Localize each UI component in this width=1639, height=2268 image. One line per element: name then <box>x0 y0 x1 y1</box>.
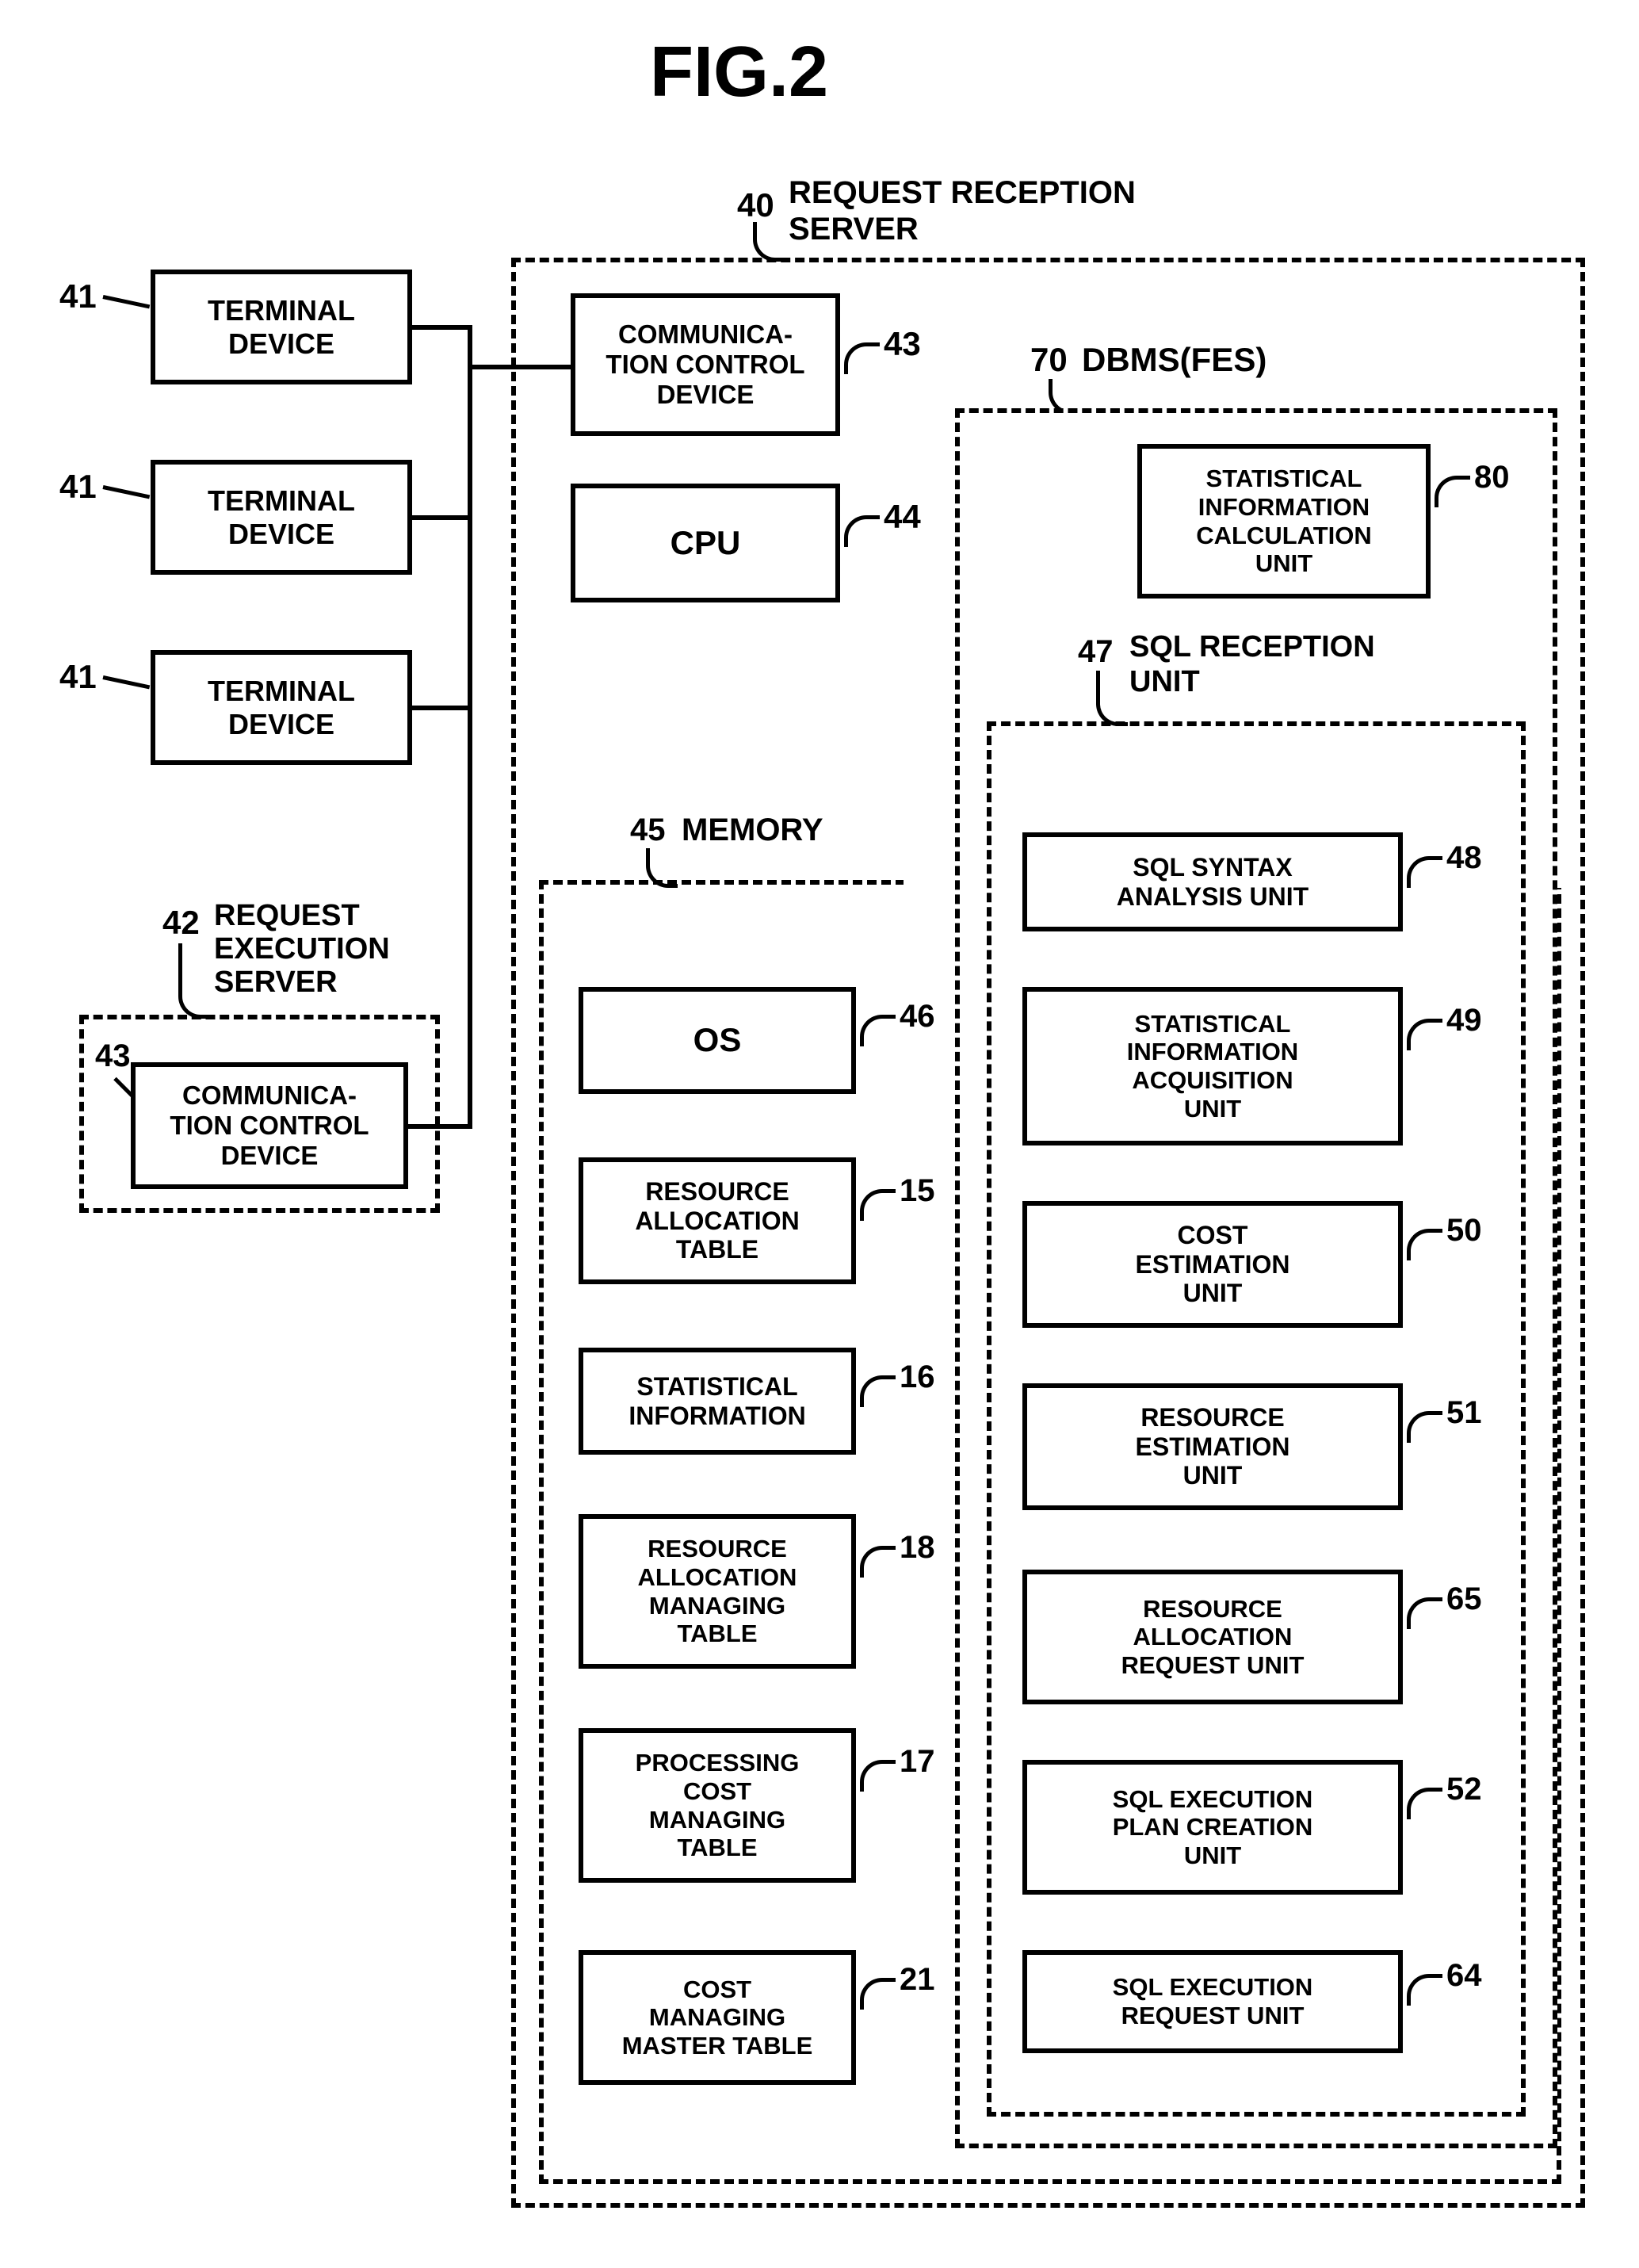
sepcu-label: SQL EXECUTION PLAN CREATION UNIT <box>1113 1785 1313 1870</box>
statistical-info-acquisition-unit: STATISTICAL INFORMATION ACQUISITION UNIT <box>1022 987 1403 1145</box>
comm-control-recep: COMMUNICA- TION CONTROL DEVICE <box>571 293 840 436</box>
bus-vertical <box>468 325 472 1129</box>
sicu-label: STATISTICAL INFORMATION CALCULATION UNIT <box>1196 465 1372 578</box>
ref-49: 49 <box>1446 1003 1482 1038</box>
label-47: SQL RECEPTION UNIT <box>1129 630 1375 699</box>
ssau-label: SQL SYNTAX ANALYSIS UNIT <box>1117 853 1309 912</box>
cpu-label: CPU <box>670 524 741 562</box>
label-45: MEMORY <box>682 813 823 848</box>
comm-control-recep-label: COMMUNICA- TION CONTROL DEVICE <box>606 319 804 410</box>
lead-41-b <box>102 485 150 499</box>
ref-70: 70 <box>1030 341 1068 379</box>
pcmt-label: PROCESSING COST MANAGING TABLE <box>636 1749 800 1862</box>
lead-47 <box>1096 671 1128 726</box>
cpu: CPU <box>571 484 840 602</box>
ref-40: 40 <box>737 186 774 224</box>
ramt-label: RESOURCE ALLOCATION MANAGING TABLE <box>638 1535 797 1648</box>
ref-17: 17 <box>900 1744 935 1780</box>
lead-41-a <box>102 295 150 308</box>
comm-control-exec-label: COMMUNICA- TION CONTROL DEVICE <box>170 1080 369 1171</box>
cmmt-label: COST MANAGING MASTER TABLE <box>622 1975 813 2060</box>
ref-64: 64 <box>1446 1958 1482 1994</box>
os: OS <box>579 987 856 1094</box>
lead-42 <box>178 943 210 1019</box>
resource-estimation-unit: RESOURCE ESTIMATION UNIT <box>1022 1383 1403 1510</box>
sql-syntax-analysis-unit: SQL SYNTAX ANALYSIS UNIT <box>1022 832 1403 931</box>
rat-label: RESOURCE ALLOCATION TABLE <box>635 1177 799 1264</box>
siau-label: STATISTICAL INFORMATION ACQUISITION UNIT <box>1127 1010 1298 1123</box>
ref-80: 80 <box>1474 460 1510 495</box>
bus-to-recep <box>468 365 571 369</box>
ref-41-c: 41 <box>59 658 97 696</box>
terminal-device-2: TERMINAL DEVICE <box>151 460 412 575</box>
raru-label: RESOURCE ALLOCATION REQUEST UNIT <box>1121 1595 1305 1680</box>
ref-15: 15 <box>900 1173 935 1209</box>
resource-allocation-managing-table: RESOURCE ALLOCATION MANAGING TABLE <box>579 1514 856 1669</box>
terminal-label-2: TERMINAL DEVICE <box>208 484 355 550</box>
ref-18: 18 <box>900 1530 935 1566</box>
ceu-label: COST ESTIMATION UNIT <box>1136 1221 1290 1308</box>
label-40: REQUEST RECEPTION SERVER <box>789 174 1136 247</box>
terminal-device-3: TERMINAL DEVICE <box>151 650 412 765</box>
ref-43-exec: 43 <box>95 1038 131 1074</box>
ref-50: 50 <box>1446 1213 1482 1249</box>
ref-44: 44 <box>884 498 921 536</box>
label-70: DBMS(FES) <box>1082 341 1266 379</box>
ref-45: 45 <box>630 813 666 848</box>
ref-16: 16 <box>900 1360 935 1395</box>
ref-65: 65 <box>1446 1581 1482 1617</box>
terminal-label-3: TERMINAL DEVICE <box>208 675 355 740</box>
lead-40 <box>753 222 785 262</box>
ref-51: 51 <box>1446 1395 1482 1431</box>
statistical-info-calc-unit: STATISTICAL INFORMATION CALCULATION UNIT <box>1137 444 1431 599</box>
terminal-label-1: TERMINAL DEVICE <box>208 294 355 360</box>
cost-managing-master-table: COST MANAGING MASTER TABLE <box>579 1950 856 2085</box>
reu-label: RESOURCE ESTIMATION UNIT <box>1136 1403 1290 1490</box>
ref-41-b: 41 <box>59 468 97 506</box>
statistical-information: STATISTICAL INFORMATION <box>579 1348 856 1455</box>
diagram-canvas: FIG.2 41 TERMINAL DEVICE 41 TERMINAL DEV… <box>32 32 1607 2236</box>
ref-46: 46 <box>900 999 935 1035</box>
conn-exec <box>408 1124 472 1129</box>
si-label: STATISTICAL INFORMATION <box>628 1372 805 1431</box>
resource-allocation-request-unit: RESOURCE ALLOCATION REQUEST UNIT <box>1022 1570 1403 1704</box>
terminal-device-1: TERMINAL DEVICE <box>151 270 412 384</box>
label-42: REQUEST EXECUTION SERVER <box>214 900 390 999</box>
conn-t2 <box>412 515 472 520</box>
sql-execution-request-unit: SQL EXECUTION REQUEST UNIT <box>1022 1950 1403 2053</box>
cost-estimation-unit: COST ESTIMATION UNIT <box>1022 1201 1403 1328</box>
ref-48: 48 <box>1446 840 1482 876</box>
comm-control-exec: COMMUNICA- TION CONTROL DEVICE <box>131 1062 408 1189</box>
ref-52: 52 <box>1446 1772 1482 1807</box>
ref-41-a: 41 <box>59 277 97 316</box>
resource-allocation-table: RESOURCE ALLOCATION TABLE <box>579 1157 856 1284</box>
sql-execution-plan-creation-unit: SQL EXECUTION PLAN CREATION UNIT <box>1022 1760 1403 1895</box>
ref-47: 47 <box>1078 634 1114 670</box>
conn-t3 <box>412 706 472 710</box>
figure-title: FIG.2 <box>650 32 828 113</box>
ref-43-recep: 43 <box>884 325 921 363</box>
seru-label: SQL EXECUTION REQUEST UNIT <box>1113 1973 1313 2029</box>
conn-t1 <box>412 325 472 330</box>
os-label: OS <box>693 1021 742 1059</box>
lead-41-c <box>102 675 150 689</box>
ref-21: 21 <box>900 1962 935 1998</box>
ref-42: 42 <box>162 904 200 942</box>
processing-cost-managing-table: PROCESSING COST MANAGING TABLE <box>579 1728 856 1883</box>
